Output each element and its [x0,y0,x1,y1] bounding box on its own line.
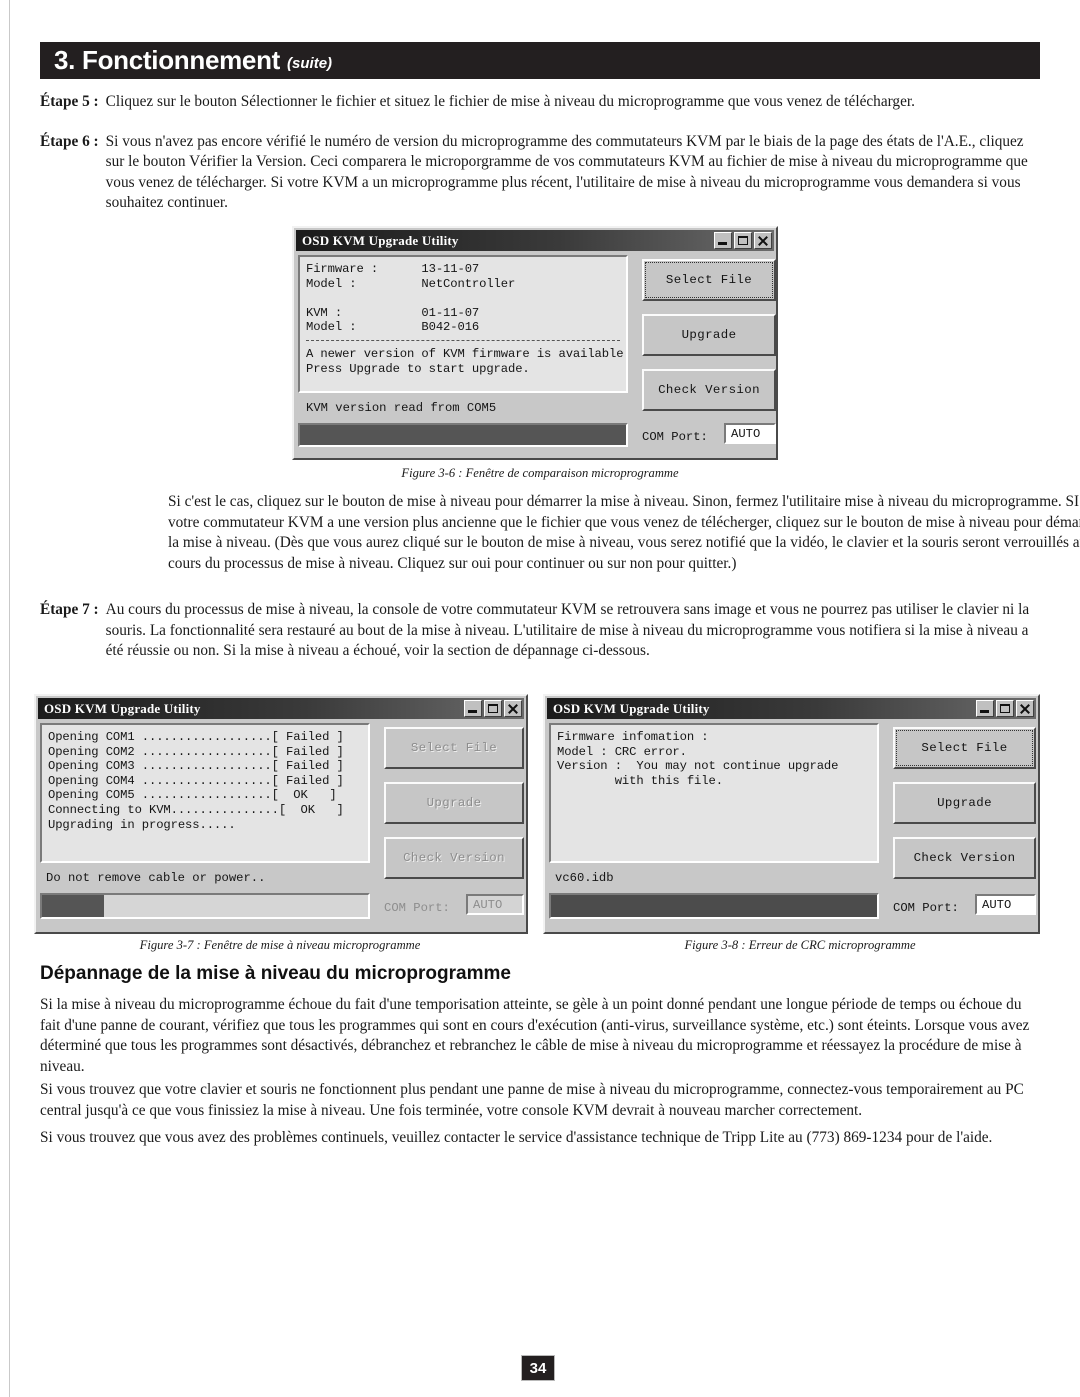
status-text: Do not remove cable or power.. [46,871,266,885]
log-line: Model : CRC error. [557,744,687,759]
upgrade-button[interactable]: Upgrade [384,782,524,824]
troubleshooting-heading: Dépannage de la mise à niveau du micropr… [40,963,511,984]
window-controls [714,232,772,249]
step-6: Étape 6 : Si vous n'avez pas encore véri… [40,132,1040,214]
upgrade-button[interactable]: Upgrade [893,782,1036,824]
select-file-button[interactable]: Select File [893,727,1036,769]
window-title: OSD KVM Upgrade Utility [44,700,201,716]
step-7: Étape 7 : Au cours du processus de mise … [40,600,1040,662]
close-icon[interactable] [1016,700,1034,717]
minimize-icon[interactable] [976,700,994,717]
figure-3-7-caption: Figure 3-7 : Fenêtre de mise à niveau mi… [139,938,421,952]
window-body: Opening COM1 ..................[ Failed … [40,721,524,928]
progress-fill [42,895,104,917]
window-title: OSD KVM Upgrade Utility [302,232,459,248]
log-line: Opening COM5 ..................[ OK ] [48,788,337,803]
troubleshooting-paragraph-3: Si vous trouvez que vous avez des problè… [40,1129,993,1146]
com-port-select[interactable]: AUTO [975,894,1036,915]
close-icon[interactable] [754,232,772,249]
check-version-button[interactable]: Check Version [384,837,524,879]
status-text: KVM version read from COM5 [306,401,497,415]
com-port-label: COM Port: [893,901,959,915]
log-line: Opening COM4 ..................[ Failed … [48,773,344,788]
upgrade-button[interactable]: Upgrade [642,314,776,356]
log-line: Upgrading in progress..... [48,817,236,832]
dialog-crc-error[interactable]: OSD KVM Upgrade Utility Firmware infomat… [543,694,1040,934]
log-line: Model : NetController [306,276,516,291]
step-7-label: Étape 7 : [40,601,99,618]
step-6-label: Étape 6 : [40,132,99,150]
titlebar: OSD KVM Upgrade Utility [547,698,1036,719]
log-line: Opening COM3 ..................[ Failed … [48,759,344,774]
log-line: Firmware : 13-11-07 [306,262,480,276]
com-port-select[interactable]: AUTO [724,423,776,444]
page-number: 34 [521,1355,555,1381]
log-divider [306,339,620,341]
window-controls [976,700,1034,717]
maximize-icon[interactable] [734,232,752,249]
step-5: Étape 5 : Cliquez sur le bouton Sélectio… [40,92,1040,113]
maximize-icon[interactable] [484,700,502,717]
check-version-button[interactable]: Check Version [642,369,776,411]
page-title: 3. Fonctionnement [54,45,281,75]
window-controls [464,700,522,717]
log-line: with this file. [557,773,723,788]
minimize-icon[interactable] [714,232,732,249]
log-line: KVM : 01-11-07 [306,305,480,320]
com-port-label: COM Port: [384,901,450,915]
log-line: Opening COM1 ..................[ Failed … [48,730,344,744]
log-line: Press Upgrade to start upgrade. [306,361,530,376]
figure-3-8-caption: Figure 3-8 : Erreur de CRC microprogramm… [684,938,916,952]
log-line: Version : You may not continue upgrade [557,759,839,774]
progress-bar [298,423,628,447]
step-7-text: Au cours du processus de mise à niveau, … [105,601,1030,659]
log-line: A newer version of KVM firmware is avail… [306,346,628,361]
progress-fill [551,895,877,917]
close-icon[interactable] [504,700,522,717]
log-panel: Opening COM1 ..................[ Failed … [40,723,370,863]
dialog-upgrade-progress[interactable]: OSD KVM Upgrade Utility Opening COM1 ...… [34,694,528,934]
window-body: Firmware infomation : Model : CRC error.… [549,721,1036,928]
select-file-button[interactable]: Select File [384,727,524,769]
step-5-label: Étape 5 : [40,93,99,110]
step-5-text: Cliquez sur le bouton Sélectionner le fi… [105,93,915,110]
dialog-firmware-comparison[interactable]: OSD KVM Upgrade Utility Firmware : 13-11… [292,226,778,460]
com-port-label: COM Port: [642,430,708,444]
progress-bar [40,893,370,919]
troubleshooting-paragraph-1: Si la mise à niveau du microprogramme éc… [40,996,1030,1075]
page-title-suffix: (suite) [287,54,333,72]
section-header-bar: 3. Fonctionnement (suite) [40,42,1040,79]
select-file-button[interactable]: Select File [642,259,776,301]
titlebar: OSD KVM Upgrade Utility [38,698,524,719]
window-title: OSD KVM Upgrade Utility [553,700,710,716]
window-body: Firmware : 13-11-07 Model : NetControlle… [298,253,776,454]
troubleshooting-paragraph-2: Si vous trouvez que votre clavier et sou… [40,1081,1024,1119]
paragraph-after-fig-3-6: Si c'est le cas, cliquez sur le bouton d… [168,493,1080,572]
page-left-rule [9,0,10,1397]
step-6-text: Si vous n'avez pas encore vérifié le num… [105,132,1028,212]
log-panel: Firmware : 13-11-07 Model : NetControlle… [298,255,628,393]
maximize-icon[interactable] [996,700,1014,717]
check-version-button[interactable]: Check Version [893,837,1036,879]
figure-3-6-caption: Figure 3-6 : Fenêtre de comparaison micr… [401,466,679,480]
top-steps-block: Étape 5 : Cliquez sur le bouton Sélectio… [40,92,1040,233]
log-line: Firmware infomation : [557,730,709,744]
status-text: vc60.idb [555,871,614,885]
titlebar: OSD KVM Upgrade Utility [296,230,774,251]
log-line: Connecting to KVM...............[ OK ] [48,802,344,817]
log-panel: Firmware infomation : Model : CRC error.… [549,723,879,863]
log-line: Opening COM2 ..................[ Failed … [48,744,344,759]
progress-bar [549,893,879,919]
minimize-icon[interactable] [464,700,482,717]
log-line: Model : B042-016 [306,320,480,335]
progress-fill [300,425,626,445]
com-port-select[interactable]: AUTO [466,894,524,915]
